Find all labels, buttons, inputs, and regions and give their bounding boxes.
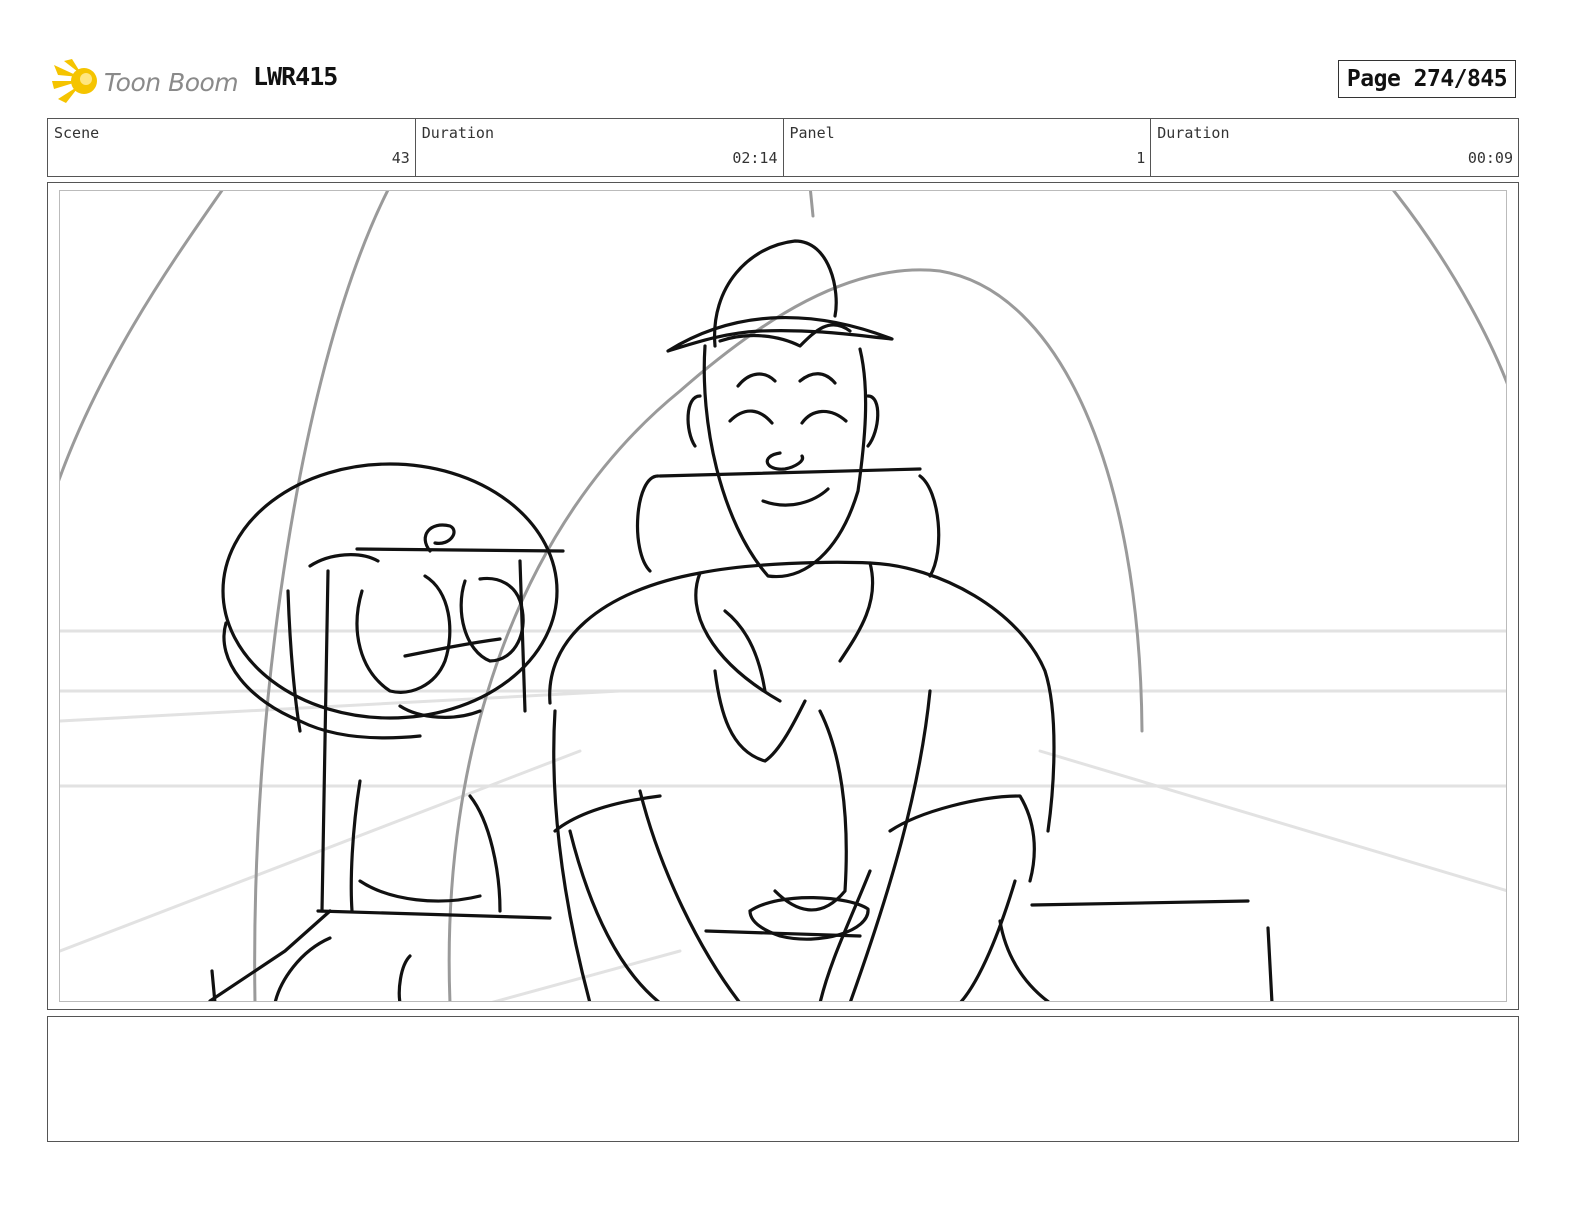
brand-name: Toon Boom xyxy=(104,67,239,97)
toon-boom-logo-icon xyxy=(52,59,97,103)
panel-duration-cell: Duration 00:09 xyxy=(1151,119,1518,176)
scene-duration-label: Duration xyxy=(421,124,494,142)
panel-label: Panel xyxy=(789,124,835,142)
panel-notes-box xyxy=(47,1016,1519,1142)
toon-boom-logo: Toon Boom xyxy=(50,56,240,108)
scene-duration-cell: Duration 02:14 xyxy=(416,119,784,176)
panel-info-bar: Scene 43 Duration 02:14 Panel 1 Duration… xyxy=(47,118,1519,177)
scene-duration-value: 02:14 xyxy=(732,149,778,167)
scene-cell: Scene 43 xyxy=(48,119,416,176)
panel-safe-area xyxy=(59,190,1507,1002)
page-number: Page 274/845 xyxy=(1338,60,1516,98)
project-code: LWR415 xyxy=(253,62,338,91)
panel-duration-value: 00:09 xyxy=(1467,149,1513,167)
storyboard-panel xyxy=(47,182,1519,1010)
scene-value: 43 xyxy=(391,149,410,167)
storyboard-sketch-image xyxy=(60,191,1506,1001)
panel-cell: Panel 1 xyxy=(784,119,1152,176)
scene-label: Scene xyxy=(54,124,100,142)
panel-value: 1 xyxy=(1136,149,1146,167)
panel-duration-label: Duration xyxy=(1157,124,1230,142)
